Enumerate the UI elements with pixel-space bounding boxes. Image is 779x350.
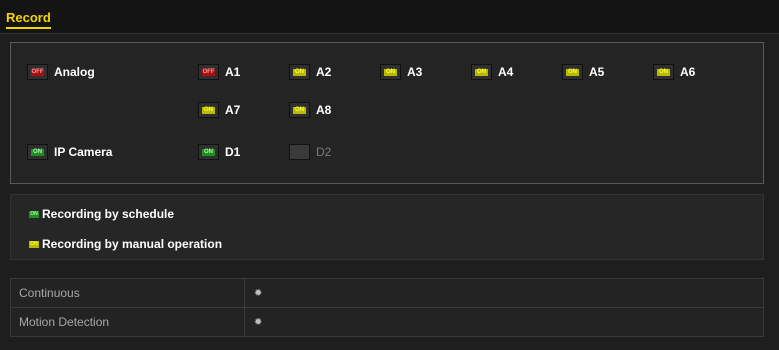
channel-a4-toggle[interactable]: ON xyxy=(471,64,492,80)
channel-a5[interactable]: ON A5 xyxy=(562,61,604,83)
channel-a6-toggle[interactable]: ON xyxy=(653,64,674,80)
manual-record-panel: OFF Analog OFF A1 ON A2 ON A3 ON A4 ON A… xyxy=(10,42,764,184)
channel-a1[interactable]: OFF A1 xyxy=(198,61,240,83)
channel-a5-toggle[interactable]: ON xyxy=(562,64,583,80)
analog-toggle[interactable]: OFF xyxy=(27,64,48,80)
channel-a2[interactable]: ON A2 xyxy=(289,61,331,83)
ip-camera-group[interactable]: ON IP Camera xyxy=(27,141,112,163)
channel-d2: D2 xyxy=(289,141,331,163)
channel-a8-toggle[interactable]: ON xyxy=(289,102,310,118)
channel-a6[interactable]: ON A6 xyxy=(653,61,695,83)
channel-a1-label: A1 xyxy=(225,65,241,79)
channel-a7-label: A7 xyxy=(225,103,241,117)
mode-row-continuous: Continuous ✹ xyxy=(10,278,764,307)
channel-a7[interactable]: ON A7 xyxy=(198,99,240,121)
channel-d2-label: D2 xyxy=(316,145,332,159)
legend-schedule: ON Recording by schedule xyxy=(29,207,174,221)
tab-record[interactable]: Record xyxy=(6,10,51,29)
gear-icon[interactable]: ✹ xyxy=(254,317,262,328)
ip-camera-toggle[interactable]: ON xyxy=(27,144,48,160)
legend-manual-text: Recording by manual operation xyxy=(42,237,223,251)
gear-icon[interactable]: ✹ xyxy=(254,288,262,299)
channel-a4-label: A4 xyxy=(498,65,514,79)
schedule-badge: ON xyxy=(29,210,39,218)
analog-label: Analog xyxy=(54,65,95,79)
record-mode-table: Continuous ✹ Motion Detection ✹ xyxy=(10,278,764,337)
mode-name: Continuous xyxy=(11,279,245,307)
channel-a4[interactable]: ON A4 xyxy=(471,61,513,83)
channel-d1-label: D1 xyxy=(225,145,241,159)
channel-a2-toggle[interactable]: ON xyxy=(289,64,310,80)
analog-group[interactable]: OFF Analog xyxy=(27,61,95,83)
mode-row-motion-detection: Motion Detection ✹ xyxy=(10,307,764,337)
channel-a1-toggle[interactable]: OFF xyxy=(198,64,219,80)
channel-a6-label: A6 xyxy=(680,65,696,79)
channel-a3-label: A3 xyxy=(407,65,423,79)
channel-a8-label: A8 xyxy=(316,103,332,117)
channel-d1-toggle[interactable]: ON xyxy=(198,144,219,160)
channel-a2-label: A2 xyxy=(316,65,332,79)
channel-a7-toggle[interactable]: ON xyxy=(198,102,219,118)
tab-bar: Record xyxy=(0,0,779,34)
legend-manual: ON Recording by manual operation xyxy=(29,237,222,251)
channel-a3-toggle[interactable]: ON xyxy=(380,64,401,80)
legend-schedule-text: Recording by schedule xyxy=(42,207,175,221)
channel-a3[interactable]: ON A3 xyxy=(380,61,422,83)
manual-badge: ON xyxy=(29,240,39,248)
channel-d1[interactable]: ON D1 xyxy=(198,141,240,163)
status-legend: ON Recording by schedule ON Recording by… xyxy=(10,194,764,260)
ip-camera-label: IP Camera xyxy=(54,145,113,159)
channel-a8[interactable]: ON A8 xyxy=(289,99,331,121)
channel-d2-toggle xyxy=(289,144,310,160)
mode-name: Motion Detection xyxy=(11,308,245,336)
channel-a5-label: A5 xyxy=(589,65,605,79)
